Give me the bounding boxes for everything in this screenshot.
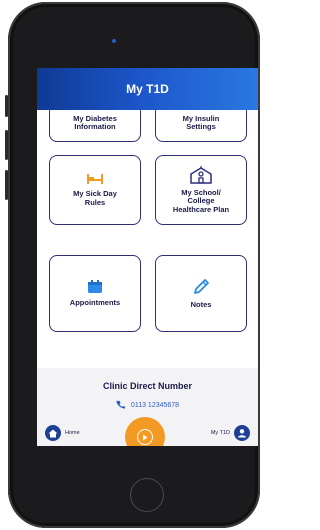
play-button[interactable] bbox=[125, 417, 165, 446]
clinic-phone-number: 0113 12345678 bbox=[130, 402, 180, 409]
tile-appointments[interactable]: Appointments bbox=[49, 255, 141, 332]
tile-label: My Sick Day Rules bbox=[73, 188, 117, 207]
nav-home-label: Home bbox=[65, 430, 80, 436]
tile-insulin-settings[interactable]: My Insulin Settings bbox=[155, 110, 247, 142]
play-icon bbox=[137, 429, 153, 445]
user-icon bbox=[234, 425, 250, 441]
clinic-title: Clinic Direct Number bbox=[102, 381, 193, 391]
app-header: My T1D bbox=[37, 68, 258, 110]
tile-label: My School/ College Healthcare Plan bbox=[172, 187, 230, 214]
app-title: My T1D bbox=[126, 82, 169, 96]
camera-dot bbox=[112, 39, 116, 43]
home-icon bbox=[45, 425, 61, 441]
nav-home[interactable]: Home bbox=[45, 425, 80, 441]
tile-label: Appointments bbox=[69, 297, 121, 307]
side-button bbox=[5, 170, 8, 200]
bed-icon bbox=[86, 173, 104, 185]
tile-grid: My Diabetes Information My Insulin Setti… bbox=[37, 110, 258, 368]
phone-icon bbox=[116, 400, 125, 411]
bottom-nav: Home My T1D bbox=[37, 413, 258, 446]
nav-my-t1d[interactable]: My T1D bbox=[211, 425, 250, 441]
clinic-phone-link[interactable]: 0113 12345678 bbox=[37, 400, 258, 411]
tile-diabetes-information[interactable]: My Diabetes Information bbox=[49, 110, 141, 142]
tile-sick-day-rules[interactable]: My Sick Day Rules bbox=[49, 155, 141, 225]
side-button bbox=[5, 95, 8, 117]
pencil-icon bbox=[192, 278, 210, 296]
tile-label: My Insulin Settings bbox=[182, 113, 220, 132]
tile-label: My Diabetes Information bbox=[73, 113, 117, 132]
tile-label: Notes bbox=[190, 299, 212, 309]
tile-notes[interactable]: Notes bbox=[155, 255, 247, 332]
nav-my-t1d-label: My T1D bbox=[210, 430, 230, 436]
app-screen: My T1D My Diabetes Information My Insuli… bbox=[37, 68, 258, 446]
clinic-section: Clinic Direct Number 0113 12345678 bbox=[37, 368, 258, 418]
side-button bbox=[5, 130, 8, 160]
school-icon bbox=[189, 165, 213, 184]
home-button[interactable] bbox=[130, 478, 164, 512]
tile-school-healthcare-plan[interactable]: My School/ College Healthcare Plan bbox=[155, 155, 247, 225]
calendar-icon bbox=[87, 279, 103, 294]
